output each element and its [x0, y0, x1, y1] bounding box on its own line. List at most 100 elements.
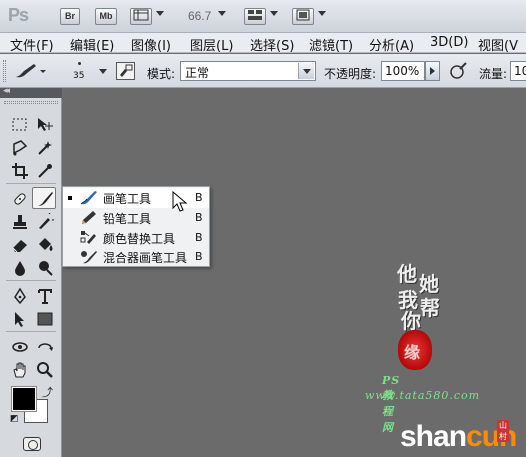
water-drop-icon	[15, 261, 25, 276]
menu-bar: 文件(F) 编辑(E) 图像(I) 图层(L) 选择(S) 滤镜(T) 分析(A…	[0, 33, 526, 54]
brush-icon	[80, 191, 97, 205]
flow-label: 流量:	[479, 67, 508, 81]
paint-bucket-tool[interactable]	[33, 234, 57, 256]
type-icon	[38, 289, 52, 304]
quick-selection-tool[interactable]	[33, 137, 57, 159]
screen-mode-icon	[296, 9, 310, 21]
chevron-down-icon[interactable]	[270, 11, 278, 16]
flow-input[interactable]: 10	[510, 61, 526, 81]
brush-panel-toggle[interactable]	[116, 62, 135, 80]
chevron-down-icon[interactable]	[99, 69, 107, 74]
flyout-item-color-replacement[interactable]: 颜色替换工具 B	[63, 228, 209, 248]
watermark-calligraphy: 帮	[420, 296, 440, 320]
marquee-icon	[12, 118, 27, 131]
menu-analysis[interactable]: 分析(A)	[369, 35, 414, 54]
application-bar: Ps Br Mb 66.7	[0, 0, 526, 33]
blur-tool[interactable]	[8, 257, 32, 279]
toolbox-divider	[6, 280, 56, 281]
mode-value: 正常	[185, 66, 210, 80]
brush-tool[interactable]	[32, 187, 56, 209]
view-extras-button[interactable]	[130, 8, 152, 25]
photoshop-logo: Ps	[8, 5, 29, 25]
foreground-color-swatch[interactable]	[11, 386, 37, 412]
red-seal-stamp: 缘	[398, 330, 432, 370]
brush-size-picker[interactable]: 35	[66, 60, 96, 84]
options-bar: 35 模式: 正常 不透明度: 100% 流量: 10	[0, 54, 526, 88]
history-brush-icon	[39, 213, 54, 229]
screen-mode-button[interactable]	[292, 8, 314, 25]
toolbox-grip[interactable]	[4, 101, 58, 104]
menu-file[interactable]: 文件(F)	[10, 35, 54, 54]
mode-select[interactable]: 正常	[180, 61, 316, 81]
3d-rotate-tool[interactable]	[8, 336, 32, 358]
eyedropper-tool[interactable]	[33, 160, 57, 182]
brush-panel-icon	[120, 64, 133, 77]
move-tool[interactable]	[33, 114, 57, 136]
3d-orbit-tool[interactable]	[33, 336, 57, 358]
polygonal-lasso-icon	[13, 140, 28, 156]
menu-image[interactable]: 图像(I)	[131, 35, 171, 54]
marquee-tool[interactable]	[8, 114, 32, 136]
arrange-documents-button[interactable]	[244, 8, 266, 25]
menu-view[interactable]: 视图(V	[478, 35, 518, 54]
path-selection-tool[interactable]	[8, 308, 32, 330]
flyout-item-label: 混合器画笔工具	[103, 251, 188, 265]
history-brush-tool[interactable]	[33, 211, 57, 233]
opacity-label: 不透明度:	[324, 67, 377, 81]
bandage-icon	[14, 193, 26, 205]
tablet-pressure-opacity-button[interactable]	[448, 61, 468, 81]
default-colors-icon[interactable]: ◩	[10, 414, 19, 424]
menu-select[interactable]: 选择(S)	[250, 35, 294, 54]
toolbox-header[interactable]: ◂◂	[0, 86, 62, 98]
pen-tool[interactable]	[8, 285, 32, 307]
opacity-input[interactable]: 100%	[381, 61, 425, 81]
chevron-down-icon[interactable]	[298, 63, 314, 79]
mouse-cursor-icon	[172, 191, 188, 212]
toolbox-divider	[6, 331, 56, 332]
opacity-slider-button[interactable]	[425, 61, 440, 81]
tool-preset-picker[interactable]	[12, 62, 46, 83]
menu-edit[interactable]: 编辑(E)	[70, 35, 114, 54]
selected-bullet-icon	[68, 196, 72, 200]
shancun-tag: 山村	[497, 420, 509, 442]
stamp-icon	[13, 215, 27, 229]
rectangle-tool[interactable]	[33, 308, 57, 330]
flyout-item-label: 画笔工具	[103, 192, 152, 206]
watermark-site-url: www.tata580.com	[365, 389, 481, 402]
flyout-item-mixer-brush[interactable]: 混合器画笔工具 B	[63, 247, 209, 267]
zoom-tool[interactable]	[33, 359, 57, 381]
watermark-calligraphy: 他	[397, 262, 417, 286]
spot-healing-tool[interactable]	[8, 188, 32, 210]
pen-icon	[14, 287, 26, 305]
crop-tool[interactable]	[8, 160, 32, 182]
lasso-tool[interactable]	[8, 137, 32, 159]
mini-bridge-button[interactable]: Mb	[95, 8, 117, 25]
quick-mask-button[interactable]	[23, 437, 41, 451]
options-grip[interactable]	[3, 60, 6, 82]
chevron-down-icon[interactable]	[156, 11, 164, 16]
bridge-button[interactable]: Br	[60, 8, 80, 25]
menu-filter[interactable]: 滤镜(T)	[309, 35, 353, 54]
mode-label: 模式:	[147, 67, 176, 81]
menu-3d[interactable]: 3D(D)	[430, 35, 468, 50]
eraser-icon	[12, 240, 27, 253]
clone-stamp-tool[interactable]	[8, 211, 32, 233]
chevron-down-icon[interactable]	[218, 11, 226, 16]
zoom-level[interactable]: 66.7	[188, 9, 211, 23]
chevron-down-icon[interactable]	[318, 11, 326, 16]
flyout-item-label: 颜色替换工具	[103, 232, 176, 246]
swap-colors-icon[interactable]: ⤴	[42, 384, 53, 400]
hand-tool[interactable]	[8, 359, 32, 381]
collapse-icon[interactable]: ◂◂	[3, 86, 10, 96]
eraser-tool[interactable]	[8, 234, 32, 256]
dodge-icon	[39, 261, 53, 276]
path-selection-icon	[15, 312, 24, 327]
pressure-icon	[450, 62, 467, 79]
3d-orbit-icon	[38, 343, 53, 351]
shortcut-key: B	[195, 250, 203, 263]
dodge-tool[interactable]	[33, 257, 57, 279]
hand-icon	[13, 362, 26, 378]
paint-bucket-icon	[39, 238, 53, 251]
menu-layer[interactable]: 图层(L)	[190, 35, 233, 54]
type-tool[interactable]	[33, 285, 57, 307]
